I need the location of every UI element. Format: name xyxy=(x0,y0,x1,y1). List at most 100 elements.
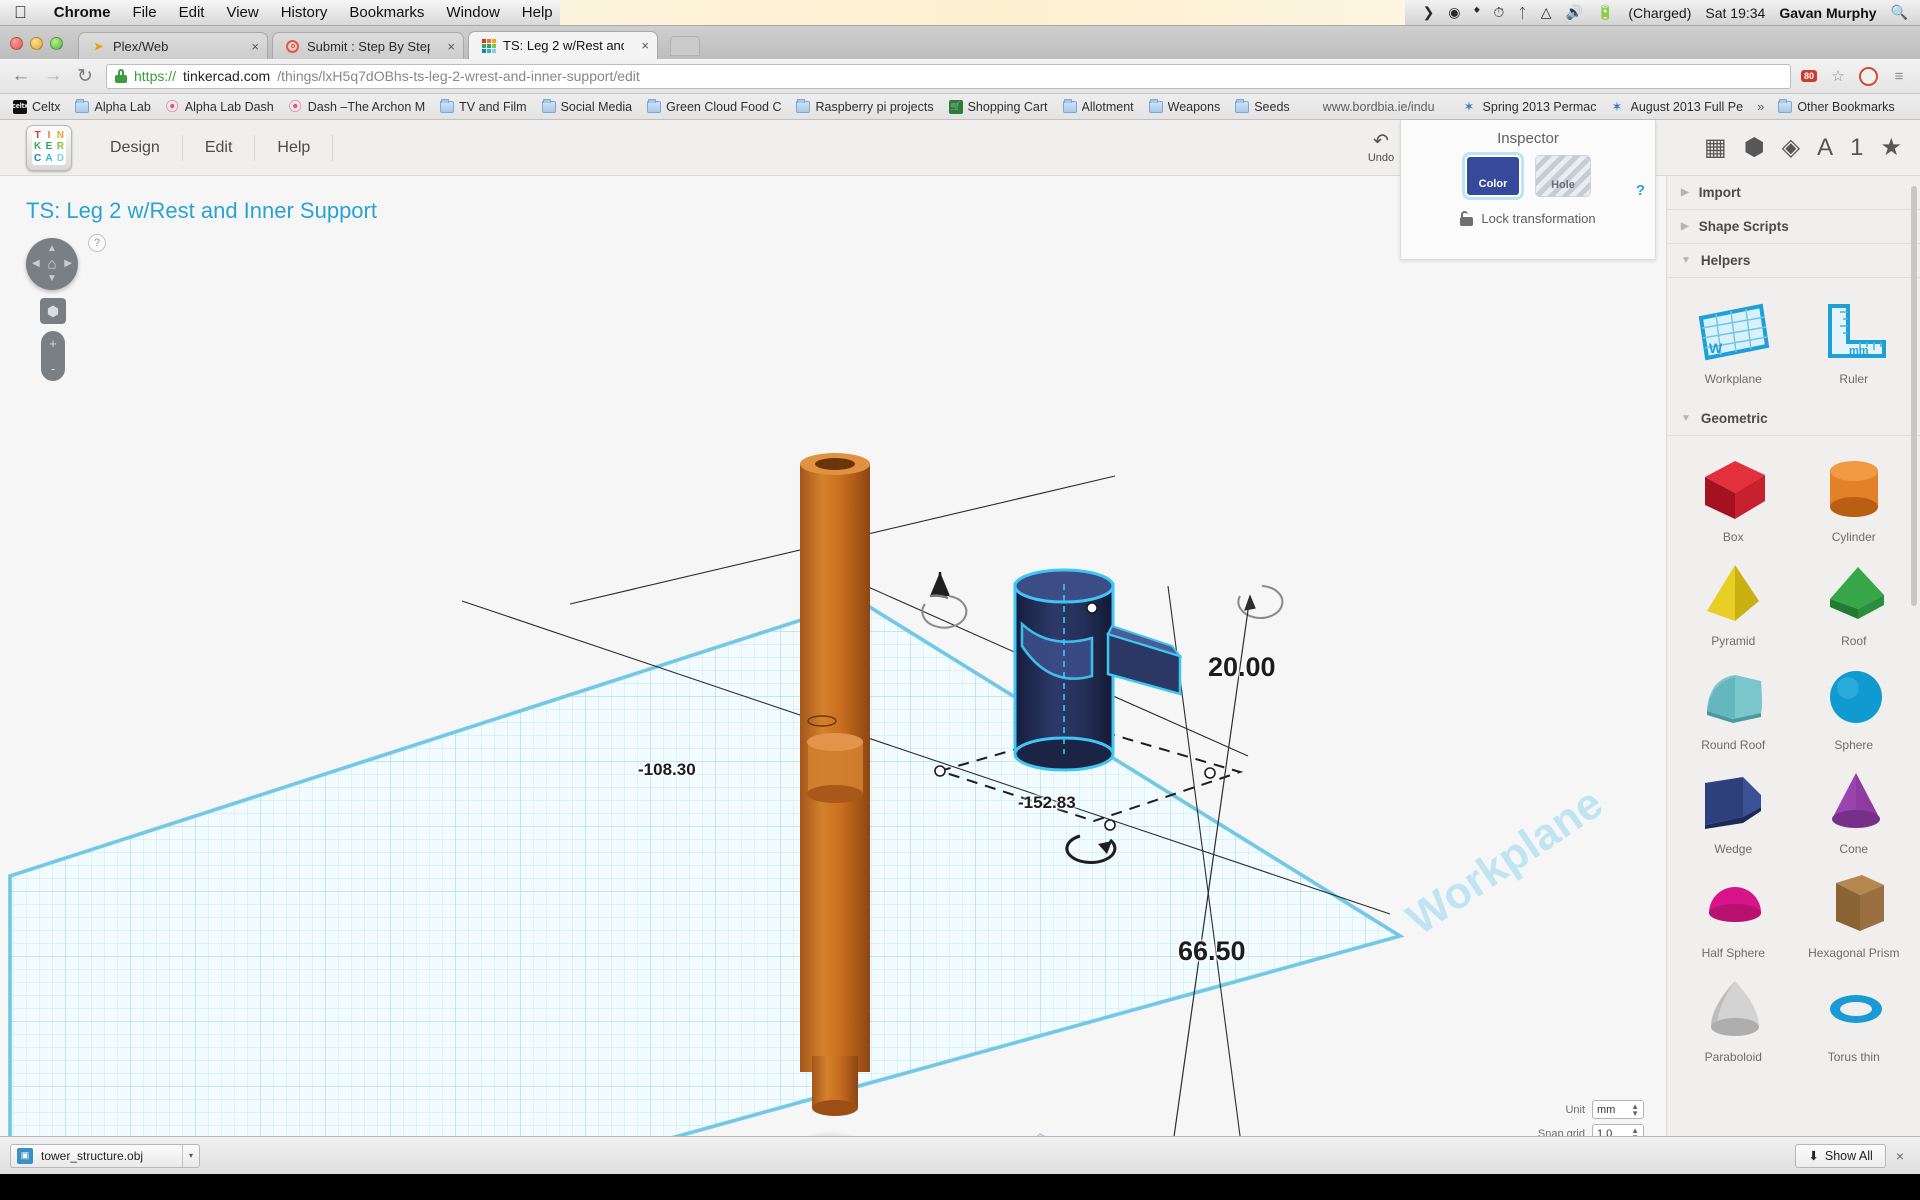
bluetooth-icon[interactable]: ᛏ xyxy=(1518,5,1526,21)
fit-to-view-icon[interactable]: ⬢ xyxy=(40,298,66,324)
viewport-help-icon[interactable]: ? xyxy=(88,234,106,252)
unit-select[interactable]: mm ▲ ▼ xyxy=(1592,1100,1644,1119)
shape-item-half-sphere[interactable]: Half Sphere xyxy=(1673,860,1794,964)
close-window-button[interactable] xyxy=(10,37,23,50)
color-swatch-button[interactable]: Color xyxy=(1462,152,1524,200)
reload-button[interactable]: ↻ xyxy=(74,65,96,88)
zoom-controls[interactable]: + - xyxy=(41,331,65,381)
tab-close-button[interactable]: × xyxy=(241,39,259,54)
favorites-star-icon[interactable]: ★ xyxy=(1880,136,1902,160)
volume-icon[interactable]: 🔊 xyxy=(1565,4,1582,21)
dropbox-icon[interactable]: ◉ xyxy=(1448,4,1460,21)
bookmark-spring-2013[interactable]: ✶ Spring 2013 Permac xyxy=(1457,98,1604,116)
shape-item-wedge[interactable]: Wedge xyxy=(1673,756,1794,860)
text-tool-icon[interactable]: A xyxy=(1817,136,1833,160)
bookmark-bordbia[interactable]: www.bordbia.ie/indu xyxy=(1316,98,1442,116)
workplane-grid-icon[interactable]: ▦ xyxy=(1704,136,1727,160)
bookmark-seeds[interactable]: Seeds xyxy=(1228,98,1296,116)
tab-close-button[interactable]: × xyxy=(631,38,649,53)
tab-submit-step-by-step[interactable]: Submit : Step By Step × xyxy=(272,32,464,59)
profile-avatar-icon[interactable] xyxy=(1859,66,1878,86)
tab-tinkercad[interactable]: TS: Leg 2 w/Rest and Inner × xyxy=(468,31,658,59)
stepper-arrows-icon[interactable]: ▲▼ xyxy=(1631,1102,1639,1117)
inspector-help-icon[interactable]: ? xyxy=(1636,182,1645,199)
menu-edit[interactable]: Edit xyxy=(183,134,256,161)
bookmark-august-2013[interactable]: ✶ August 2013 Full Pe xyxy=(1605,98,1751,116)
close-downloads-bar-button[interactable]: × xyxy=(1896,1148,1910,1164)
view-up-arrow-icon[interactable]: ▲ xyxy=(47,244,57,254)
bookmarks-overflow-icon[interactable]: » xyxy=(1751,97,1770,116)
download-menu-caret-icon[interactable]: ▾ xyxy=(181,1144,193,1167)
adblock-badge[interactable]: 80 xyxy=(1800,70,1817,82)
bookmark-social-media[interactable]: Social Media xyxy=(535,98,640,116)
bookmark-other-bookmarks[interactable]: Other Bookmarks xyxy=(1771,98,1901,116)
shape-item-box[interactable]: Box xyxy=(1673,444,1794,548)
spotlight-search-icon[interactable]: 🔍 xyxy=(1891,4,1908,21)
address-bar[interactable]: https:// tinkercad.com/things/lxH5q7dOBhs… xyxy=(106,63,1791,89)
show-all-downloads-button[interactable]: ⬇ Show All xyxy=(1795,1143,1886,1168)
shape-item-sphere[interactable]: Sphere xyxy=(1794,652,1915,756)
new-tab-button[interactable] xyxy=(670,36,700,56)
shape-item-ruler[interactable]: mm Ruler xyxy=(1794,286,1915,390)
panel-section-import[interactable]: ▶ Import xyxy=(1667,176,1920,210)
bookmark-celtx[interactable]: celtx Celtx xyxy=(6,98,67,116)
zoom-window-button[interactable] xyxy=(50,37,63,50)
panel-section-geometric[interactable]: ▼ Geometric xyxy=(1667,402,1920,436)
menu-history[interactable]: History xyxy=(270,2,339,23)
menu-window[interactable]: Window xyxy=(435,2,510,23)
zoom-out-button[interactable]: - xyxy=(51,361,55,376)
number-tool-icon[interactable]: 1 xyxy=(1850,136,1863,160)
view-down-arrow-icon[interactable]: ▼ xyxy=(47,274,57,284)
menu-edit[interactable]: Edit xyxy=(168,2,216,23)
minimize-window-button[interactable] xyxy=(30,37,43,50)
hole-swatch-button[interactable]: Hole xyxy=(1535,155,1591,197)
panel-section-shape-scripts[interactable]: ▶ Shape Scripts xyxy=(1667,210,1920,244)
bookmark-dash-archon[interactable]: ⦿ Dash –The Archon M xyxy=(282,98,432,116)
home-view-icon[interactable]: ⌂ xyxy=(47,256,56,273)
menu-view[interactable]: View xyxy=(215,2,269,23)
3d-viewport[interactable]: Workplane TS: Leg 2 w/Rest and Inner Sup… xyxy=(0,176,1666,1174)
bookmark-shopping-cart[interactable]: 🛒 Shopping Cart xyxy=(942,98,1055,116)
tinkercad-logo[interactable]: T I N K E R C A D xyxy=(26,124,72,171)
apple-logo-icon[interactable]:  xyxy=(0,4,43,21)
zoom-in-button[interactable]: + xyxy=(49,336,57,351)
bookmark-raspberry-pi-projects[interactable]: Raspberry pi projects xyxy=(789,98,940,116)
tab-close-button[interactable]: × xyxy=(437,39,455,54)
bookmark-tv-and-film[interactable]: TV and Film xyxy=(433,98,533,116)
wireframe-cube-icon[interactable]: ◈ xyxy=(1782,136,1800,160)
view-navigation-pad[interactable]: ▲ ▼ ◀ ▶ ⌂ xyxy=(26,238,78,290)
unlock-icon[interactable] xyxy=(1460,211,1474,226)
bookmark-green-cloud-food[interactable]: Green Cloud Food C xyxy=(640,98,788,116)
chevron-right-icon[interactable]: ❯ xyxy=(1423,4,1435,21)
download-item[interactable]: ▣ tower_structure.obj ▾ xyxy=(10,1143,200,1168)
shape-item-cone[interactable]: Cone xyxy=(1794,756,1915,860)
panel-scrollbar[interactable] xyxy=(1911,186,1917,606)
panel-section-helpers[interactable]: ▼ Helpers xyxy=(1667,244,1920,278)
back-button[interactable]: ← xyxy=(10,65,32,87)
window-controls[interactable] xyxy=(10,37,63,50)
shape-item-hexagonal-prism[interactable]: Hexagonal Prism xyxy=(1794,860,1915,964)
menu-file[interactable]: File xyxy=(121,2,167,23)
shape-item-paraboloid[interactable]: Paraboloid xyxy=(1673,964,1794,1068)
menu-help[interactable]: Help xyxy=(511,2,564,23)
clock[interactable]: Sat 19:34 xyxy=(1705,5,1765,21)
battery-status[interactable]: (Charged) xyxy=(1628,5,1691,21)
tab-plex[interactable]: ➤ Plex/Web × xyxy=(78,32,268,59)
bookmark-allotment[interactable]: Allotment xyxy=(1056,98,1141,116)
menu-bookmarks[interactable]: Bookmarks xyxy=(338,2,435,23)
menu-chrome[interactable]: Chrome xyxy=(43,2,122,23)
shapes-panel[interactable]: ▶ Import ▶ Shape Scripts ▼ Helpers W Wor… xyxy=(1666,176,1920,1174)
bookmark-star-icon[interactable]: ☆ xyxy=(1827,67,1849,85)
menu-help[interactable]: Help xyxy=(255,134,334,161)
shape-item-torus-thin[interactable]: Torus thin xyxy=(1794,964,1915,1068)
solid-cube-icon[interactable]: ⬢ xyxy=(1744,136,1765,160)
bookmark-alpha-lab-dash[interactable]: ⦿ Alpha Lab Dash xyxy=(159,98,281,116)
view-left-arrow-icon[interactable]: ◀ xyxy=(32,259,40,269)
menu-design[interactable]: Design xyxy=(98,134,183,161)
forward-button[interactable]: → xyxy=(42,65,64,87)
bookmark-weapons[interactable]: Weapons xyxy=(1142,98,1228,116)
bookmark-alpha-lab[interactable]: Alpha Lab xyxy=(68,98,157,116)
battery-icon[interactable]: 🔋 xyxy=(1597,4,1614,21)
view-right-arrow-icon[interactable]: ▶ xyxy=(64,259,72,269)
shape-item-round-roof[interactable]: Round Roof xyxy=(1673,652,1794,756)
